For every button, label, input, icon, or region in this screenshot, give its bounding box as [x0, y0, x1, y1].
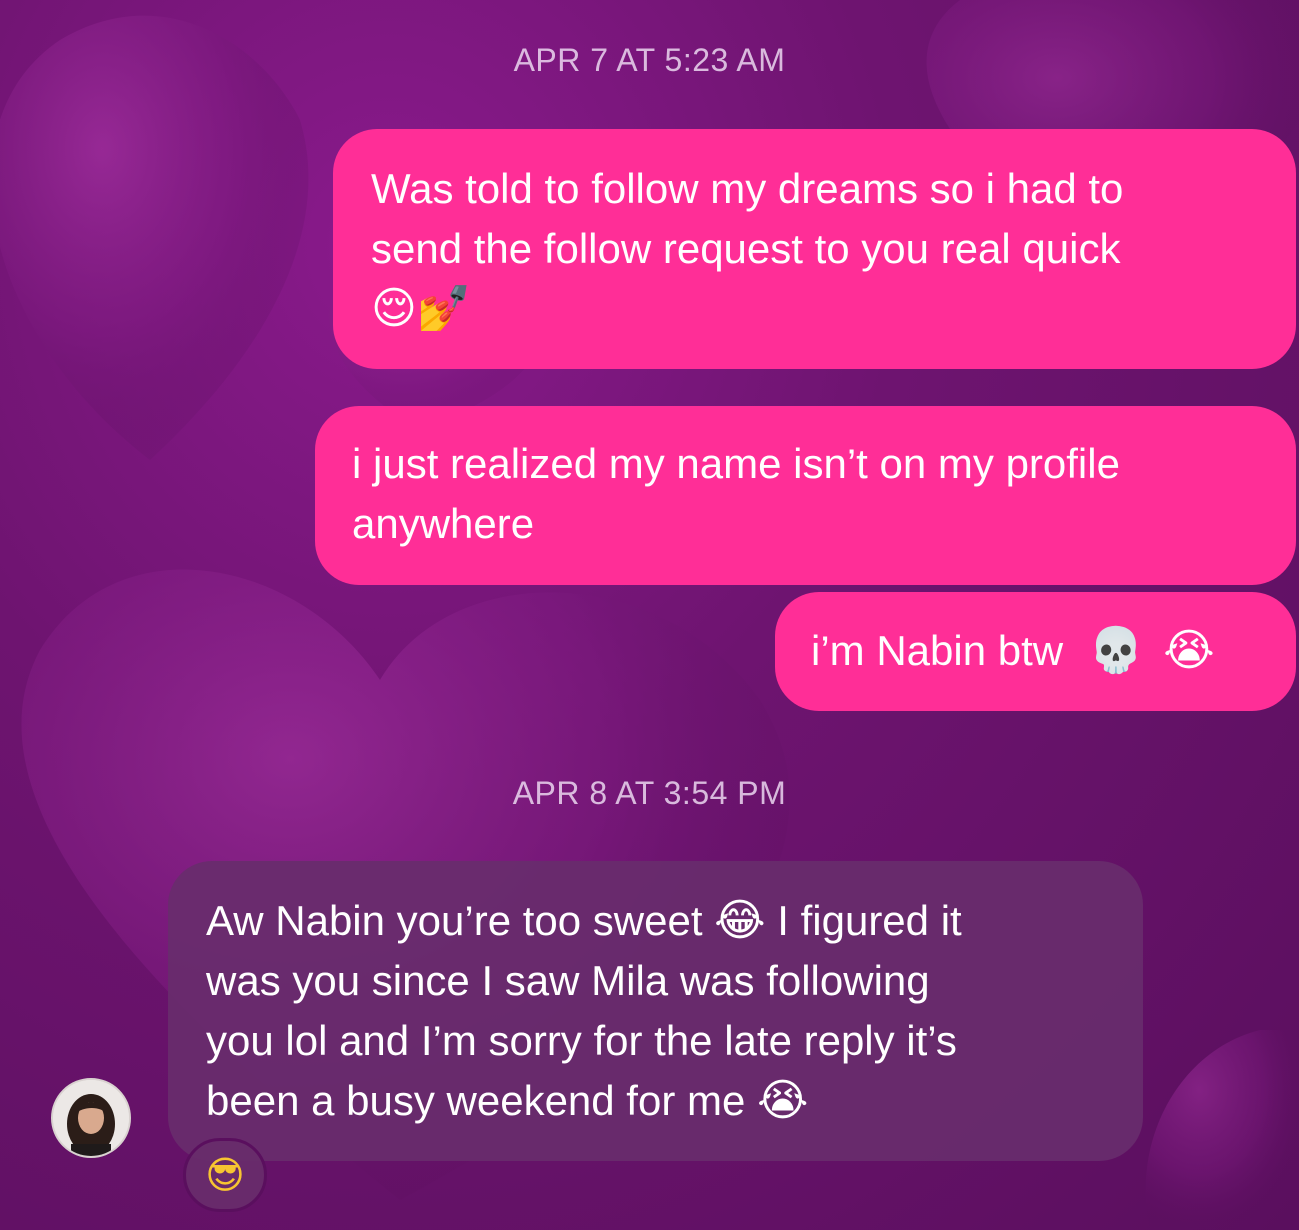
timestamp: APR 8 AT 3:54 PM: [512, 775, 787, 811]
nail-polish-emoji-icon: 💅: [416, 283, 472, 334]
message-text-segment: I figured it: [777, 897, 962, 944]
message-text-segment: Aw Nabin you’re too sweet: [206, 897, 703, 944]
message-text-line: was you since I saw Mila was following: [206, 957, 930, 1004]
message-text-line: you lol and I’m sorry for the late reply…: [206, 1017, 957, 1064]
message-text-line: send the follow request to you real quic…: [371, 225, 1121, 272]
outgoing-message-bubble[interactable]: Was told to follow my dreams so i had to…: [333, 129, 1296, 369]
user-avatar-icon: [53, 1080, 129, 1156]
message-text-line: been a busy weekend for me 😭: [206, 1071, 1113, 1131]
loudly-crying-face-emoji-icon: 😭: [1163, 625, 1215, 676]
message-reaction[interactable]: 😎: [183, 1138, 267, 1212]
message-text-line: i just realized my name isn’t on my prof…: [352, 440, 1120, 487]
message-text-segment: been a busy weekend for me: [206, 1077, 746, 1124]
relieved-face-emoji-icon: 😌: [371, 283, 417, 334]
outgoing-message-bubble[interactable]: i just realized my name isn’t on my prof…: [315, 406, 1296, 585]
smiling-face-with-sunglasses-emoji-icon: 😎: [205, 1153, 245, 1197]
message-text: i’m Nabin btw: [811, 627, 1064, 674]
message-emoji-line: 😌💅: [371, 279, 1256, 339]
message-text-line: Aw Nabin you’re too sweet 😂 I figured it: [206, 891, 1113, 951]
incoming-message-bubble[interactable]: Aw Nabin you’re too sweet 😂 I figured it…: [168, 861, 1143, 1161]
sender-avatar[interactable]: [51, 1078, 131, 1158]
message-text-line: Was told to follow my dreams so i had to: [371, 165, 1124, 212]
outgoing-message-bubble[interactable]: i’m Nabin btw 💀 😭: [775, 592, 1296, 711]
skull-emoji-icon: 💀: [1088, 625, 1144, 676]
face-with-tears-of-joy-emoji-icon: 😂: [714, 895, 766, 946]
timestamp: APR 7 AT 5:23 AM: [513, 42, 786, 78]
loudly-crying-face-emoji-icon: 😭: [757, 1075, 809, 1126]
message-text-line: anywhere: [352, 500, 535, 547]
